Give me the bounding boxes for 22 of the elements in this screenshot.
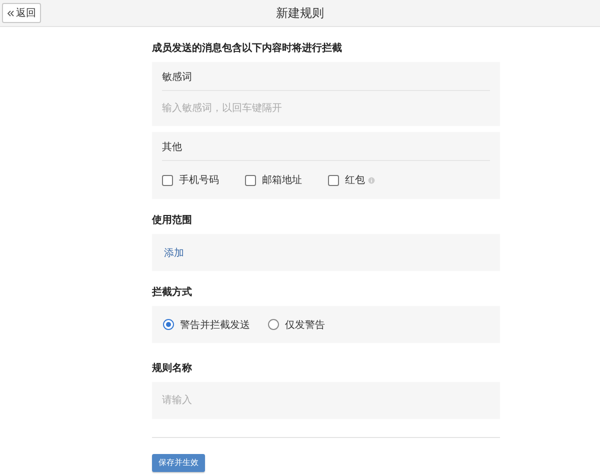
radio-button[interactable] xyxy=(163,319,174,330)
checkbox-label: 手机号码 xyxy=(179,174,219,187)
checkbox[interactable] xyxy=(162,174,173,186)
sensitive-words-card[interactable]: 敏感词 输入敏感词，以回车键隔开 xyxy=(152,62,500,126)
double-chevron-left-icon xyxy=(7,10,14,16)
page-title: 新建规则 xyxy=(276,4,324,22)
radio-label: 仅发警告 xyxy=(285,318,325,332)
section-heading: 成员发送的消息包含以下内容时将进行拦截 xyxy=(152,41,343,55)
save-button[interactable]: 保存并生效 xyxy=(152,454,205,472)
add-link[interactable]: 添加 xyxy=(164,246,184,260)
checkbox-label: 邮箱地址 xyxy=(262,174,302,187)
section-heading: 拦截方式 xyxy=(152,285,193,299)
section-heading: 使用范围 xyxy=(152,214,193,227)
checkbox[interactable] xyxy=(245,174,256,186)
checkbox-label: 红包 xyxy=(345,174,365,187)
card-label: 其他 xyxy=(162,132,490,161)
checkbox[interactable] xyxy=(328,174,339,186)
section-heading: 规则名称 xyxy=(152,362,193,375)
rule-name-field[interactable]: 请输入 xyxy=(152,382,500,419)
radio-label: 警告并拦截发送 xyxy=(180,318,250,332)
back-button[interactable]: 返回 xyxy=(2,3,41,23)
radio-button[interactable] xyxy=(268,319,279,330)
